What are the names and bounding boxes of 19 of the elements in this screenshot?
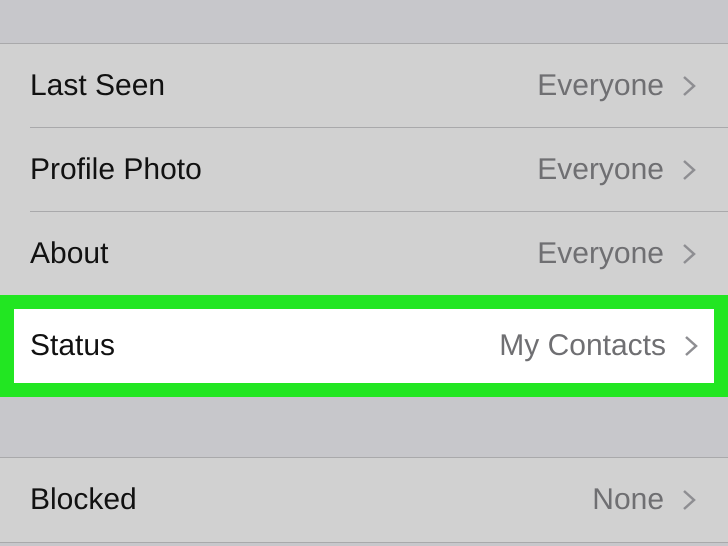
settings-row[interactable]: Blocked None	[30, 458, 728, 542]
settings-row[interactable]: Profile Photo Everyone	[30, 128, 728, 212]
row-label: Profile Photo	[30, 152, 202, 186]
settings-row[interactable]: Status My Contacts	[0, 295, 728, 397]
chevron-icon	[682, 158, 696, 180]
row-value: None	[592, 483, 664, 517]
row-value: Everyone	[537, 236, 664, 270]
chevron-icon	[684, 335, 698, 357]
row-label: Last Seen	[30, 68, 166, 102]
row-label: About	[30, 236, 108, 270]
settings-row[interactable]: Last Seen Everyone	[30, 44, 728, 128]
row-label: Blocked	[30, 483, 137, 517]
chevron-icon	[682, 489, 696, 511]
row-value: My Contacts	[499, 329, 666, 363]
chevron-icon	[682, 242, 696, 264]
row-label: Status	[30, 329, 116, 363]
row-value: Everyone	[537, 152, 664, 186]
row-value: Everyone	[537, 68, 664, 102]
chevron-icon	[682, 74, 696, 96]
